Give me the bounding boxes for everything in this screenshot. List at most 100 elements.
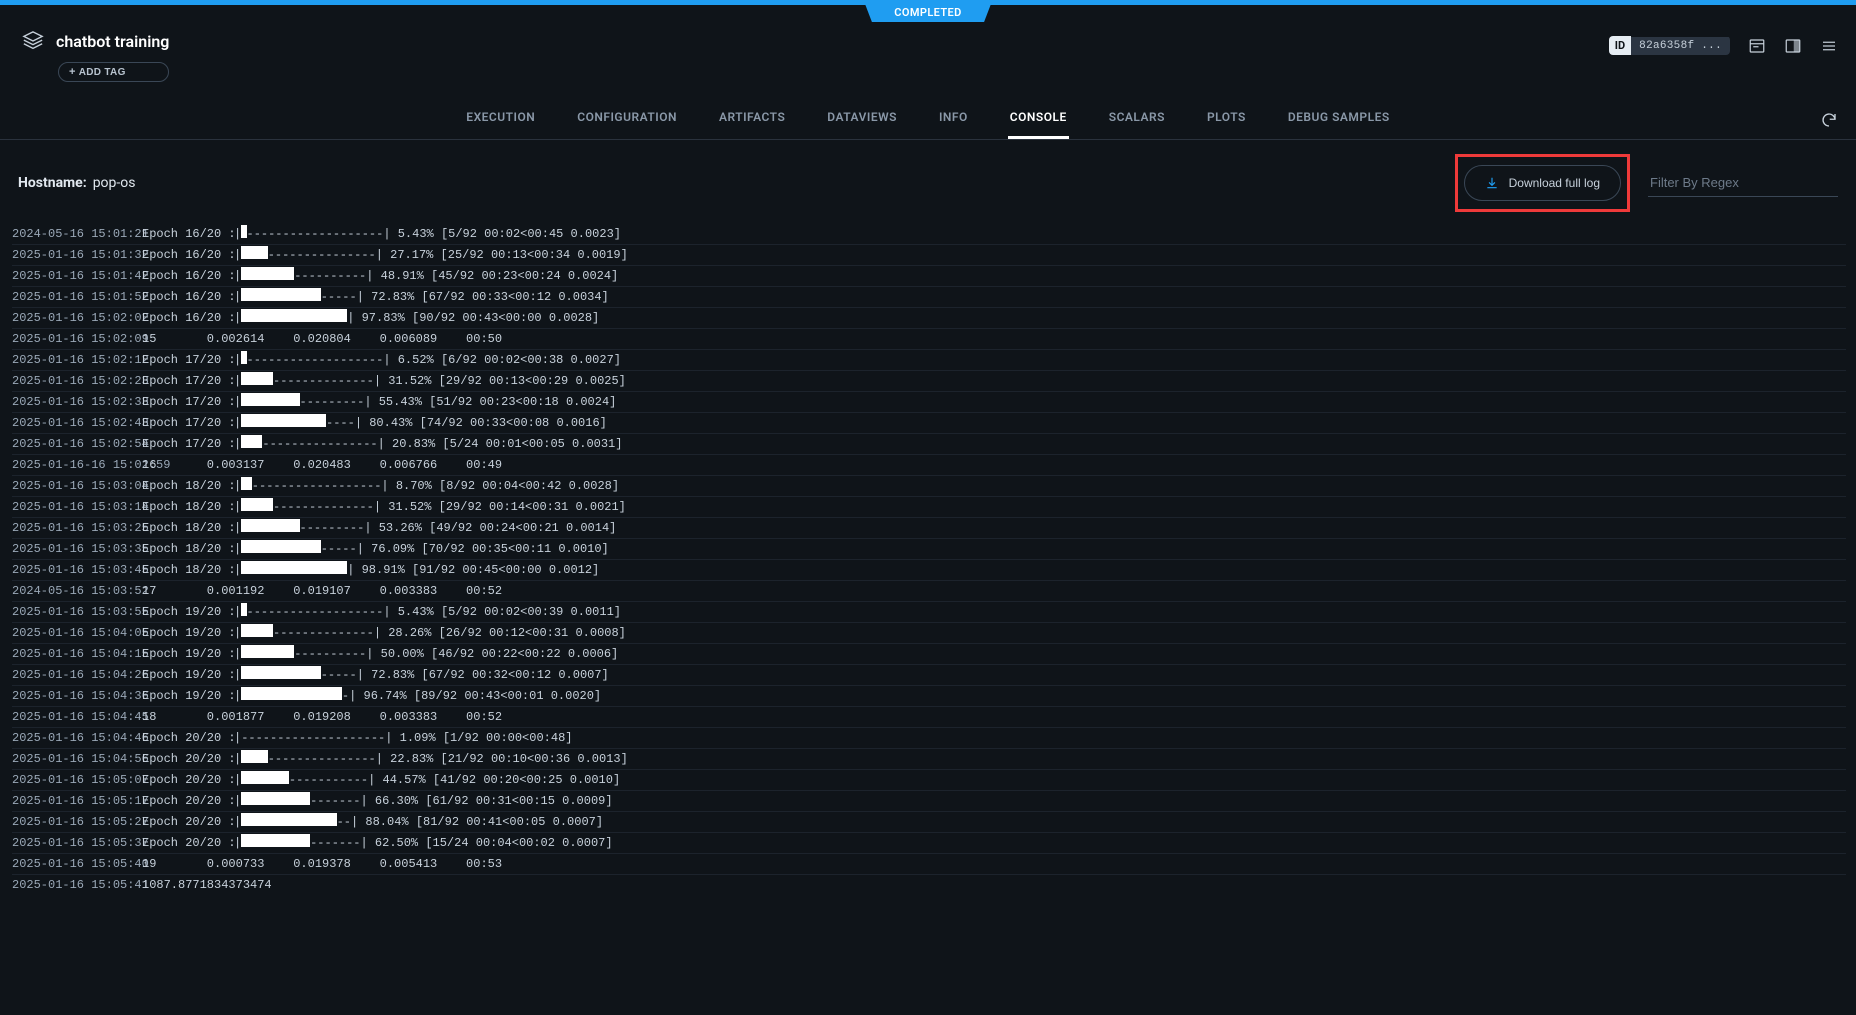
progress-bar-remaining: --------- xyxy=(300,393,365,412)
bar-pipe: | xyxy=(234,498,241,517)
log-line: 2025-01-16 15:03:55Epoch 19/20 : | -----… xyxy=(12,601,1846,622)
bar-pipe: | xyxy=(234,729,241,748)
progress-bar-fill xyxy=(241,750,268,763)
plus-icon: + xyxy=(69,66,76,78)
console-log-pane[interactable]: 2024-05-16 15:01:21Epoch 16/20 : | -----… xyxy=(0,222,1856,1015)
log-timestamp: 2025-01-16 15:01:52 xyxy=(12,288,142,307)
log-timestamp: 2025-01-16 15:02:23 xyxy=(12,372,142,391)
log-line: 2025-01-16 15:03:35Epoch 18/20 : | -----… xyxy=(12,538,1846,559)
log-line: 2025-01-16 15:02:0915 0.002614 0.020804 … xyxy=(12,328,1846,349)
tab-configuration[interactable]: CONFIGURATION xyxy=(575,100,679,139)
add-tag-button[interactable]: + ADD TAG xyxy=(58,62,169,82)
progress-bar-fill xyxy=(241,519,299,532)
progress-bar-fill xyxy=(241,813,336,826)
log-epoch-label: Epoch 17/20 : xyxy=(142,372,234,391)
log-progress-stats: 97.83% [90/92 00:43<00:00 0.0028] xyxy=(354,309,599,328)
menu-icon[interactable] xyxy=(1820,37,1838,55)
progress-bar-fill xyxy=(241,372,273,385)
bar-pipe: | xyxy=(351,813,358,832)
bar-pipe: | xyxy=(383,225,390,244)
bar-pipe: | xyxy=(376,246,383,265)
progress-bar-remaining: --------- xyxy=(300,519,365,538)
tab-execution[interactable]: EXECUTION xyxy=(464,100,537,139)
progress-bar-fill xyxy=(241,561,347,574)
log-progress-stats: 1.09% [1/92 00:00<00:48] xyxy=(392,729,572,748)
bar-pipe: | xyxy=(366,645,373,664)
bar-pipe: | xyxy=(355,414,362,433)
log-timestamp: 2025-01-16 15:02:54 xyxy=(12,435,142,454)
maximize-icon[interactable] xyxy=(1784,37,1802,55)
log-epoch-label: Epoch 18/20 : xyxy=(142,498,234,517)
log-line: 2025-01-16 15:03:45Epoch 18/20 : | | 98.… xyxy=(12,559,1846,580)
details-panel-icon[interactable] xyxy=(1748,37,1766,55)
progress-bar-fill xyxy=(241,834,310,847)
progress-bar-remaining: ------------------- xyxy=(247,603,384,622)
bar-pipe: | xyxy=(234,792,241,811)
tab-artifacts[interactable]: ARTIFACTS xyxy=(717,100,787,139)
log-line: 2025-01-16 15:02:23Epoch 17/20 : | -----… xyxy=(12,370,1846,391)
bar-pipe: | xyxy=(234,666,241,685)
tab-console[interactable]: CONSOLE xyxy=(1008,100,1069,139)
log-line: 2025-01-16 15:02:43Epoch 17/20 : | ----|… xyxy=(12,412,1846,433)
log-progress-stats: 72.83% [67/92 00:33<00:12 0.0034] xyxy=(364,288,609,307)
bar-pipe: | xyxy=(378,435,385,454)
log-progress-stats: 8.70% [8/92 00:04<00:42 0.0028] xyxy=(389,477,619,496)
log-epoch-label: Epoch 20/20 : xyxy=(142,792,234,811)
bar-pipe: | xyxy=(234,645,241,664)
download-full-log-button[interactable]: Download full log xyxy=(1464,165,1621,201)
tab-debug-samples[interactable]: DEBUG SAMPLES xyxy=(1286,100,1392,139)
log-line: 2024-05-16 15:01:21Epoch 16/20 : | -----… xyxy=(12,224,1846,244)
log-line: 2025-01-16 15:01:42Epoch 16/20 : | -----… xyxy=(12,265,1846,286)
bar-pipe: | xyxy=(383,603,390,622)
bar-pipe: | xyxy=(347,561,354,580)
progress-bar-remaining: -------------- xyxy=(273,498,374,517)
log-line: 2025-01-16 15:03:04Epoch 18/20 : | -----… xyxy=(12,475,1846,496)
log-epoch-label: Epoch 20/20 : xyxy=(142,729,234,748)
log-line: 2025-01-16 15:01:32Epoch 16/20 : | -----… xyxy=(12,244,1846,265)
progress-bar-remaining: ------------------ xyxy=(252,477,382,496)
log-line: 2025-01-16 15:04:26Epoch 19/20 : | -----… xyxy=(12,664,1846,685)
tab-plots[interactable]: PLOTS xyxy=(1205,100,1248,139)
progress-bar-remaining: ----- xyxy=(321,666,357,685)
tab-dataviews[interactable]: DATAVIEWS xyxy=(825,100,899,139)
log-message: 15 0.002614 0.020804 0.006089 00:50 xyxy=(142,330,502,349)
log-timestamp: 2025-01-16 15:02:12 xyxy=(12,351,142,370)
refresh-icon[interactable] xyxy=(1820,111,1838,129)
progress-bar-fill xyxy=(241,288,321,301)
app-logo-icon xyxy=(22,30,44,52)
log-line: 2025-01-16 15:04:56Epoch 20/20 : | -----… xyxy=(12,748,1846,769)
log-line: 2025-01-16 15:03:25Epoch 18/20 : | -----… xyxy=(12,517,1846,538)
log-epoch-label: Epoch 20/20 : xyxy=(142,771,234,790)
log-timestamp: 2025-01-16 15:02:33 xyxy=(12,393,142,412)
tab-info[interactable]: INFO xyxy=(937,100,970,139)
progress-bar-fill xyxy=(241,498,273,511)
log-progress-stats: 50.00% [46/92 00:22<00:22 0.0006] xyxy=(373,645,618,664)
download-button-label: Download full log xyxy=(1509,176,1600,190)
log-progress-stats: 28.26% [26/92 00:12<00:31 0.0008] xyxy=(381,624,626,643)
tab-scalars[interactable]: SCALARS xyxy=(1107,100,1167,139)
bar-pipe: | xyxy=(366,267,373,286)
progress-bar-remaining: -------------------- xyxy=(241,729,385,748)
log-epoch-label: Epoch 17/20 : xyxy=(142,414,234,433)
bar-pipe: | xyxy=(234,771,241,790)
log-message: 19 0.000733 0.019378 0.005413 00:53 xyxy=(142,855,502,874)
experiment-id-chip[interactable]: ID 82a6358f ... xyxy=(1609,36,1730,55)
log-timestamp: 2025-01-16 15:01:42 xyxy=(12,267,142,286)
log-line: 2025-01-16 15:01:52Epoch 16/20 : | -----… xyxy=(12,286,1846,307)
download-icon xyxy=(1485,176,1499,190)
bar-pipe: | xyxy=(234,372,241,391)
bar-pipe: | xyxy=(234,687,241,706)
bar-pipe: | xyxy=(383,351,390,370)
log-line: 2025-01-16 15:04:05Epoch 19/20 : | -----… xyxy=(12,622,1846,643)
filter-regex-input[interactable] xyxy=(1648,169,1838,197)
progress-bar-fill xyxy=(241,414,326,427)
log-timestamp: 2025-01-16 15:02:43 xyxy=(12,414,142,433)
log-epoch-label: Epoch 19/20 : xyxy=(142,624,234,643)
log-progress-stats: 66.30% [61/92 00:31<00:15 0.0009] xyxy=(368,792,613,811)
log-epoch-label: Epoch 17/20 : xyxy=(142,435,234,454)
bar-pipe: | xyxy=(374,624,381,643)
bar-pipe: | xyxy=(234,393,241,412)
log-timestamp: 2025-01-16 15:04:05 xyxy=(12,624,142,643)
log-epoch-label: Epoch 19/20 : xyxy=(142,666,234,685)
log-line: 2025-01-16 15:05:07Epoch 20/20 : | -----… xyxy=(12,769,1846,790)
